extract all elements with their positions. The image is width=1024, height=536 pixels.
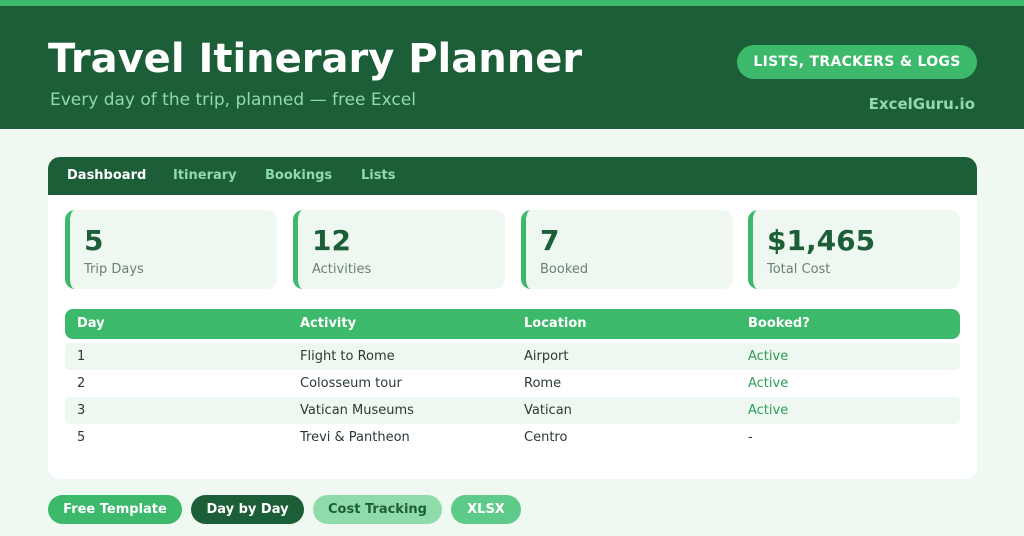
category-pill[interactable]: LISTS, TRACKERS & LOGS: [737, 45, 977, 79]
itinerary-table: Day Activity Location Booked? 1 Flight t…: [65, 309, 960, 451]
tab-lists[interactable]: Lists: [361, 157, 395, 195]
cell-booked-status: Active: [748, 349, 789, 364]
cell-day: 2: [77, 376, 86, 391]
stat-card-activities: 12 Activities: [293, 210, 505, 289]
stat-value: 5: [84, 224, 104, 257]
column-header-activity[interactable]: Activity: [300, 309, 356, 339]
table-row[interactable]: 3 Vatican Museums Vatican Active: [65, 397, 960, 424]
stat-label: Activities: [312, 262, 372, 277]
column-header-location[interactable]: Location: [524, 309, 587, 339]
chip-cost-tracking[interactable]: Cost Tracking: [313, 495, 442, 524]
page-title: Travel Itinerary Planner: [48, 36, 583, 82]
stat-card-total-cost: $1,465 Total Cost: [748, 210, 960, 289]
cell-day: 3: [77, 403, 86, 418]
cell-activity: Vatican Museums: [300, 403, 414, 418]
cell-booked-status: -: [748, 430, 753, 445]
column-header-day[interactable]: Day: [77, 309, 105, 339]
chip-day-by-day[interactable]: Day by Day: [191, 495, 304, 524]
table-row[interactable]: 2 Colosseum tour Rome Active: [65, 370, 960, 397]
column-header-booked[interactable]: Booked?: [748, 309, 810, 339]
table-row[interactable]: 1 Flight to Rome Airport Active: [65, 343, 960, 370]
stat-label: Booked: [540, 262, 589, 277]
stat-card-booked: 7 Booked: [521, 210, 733, 289]
cell-activity: Trevi & Pantheon: [300, 430, 410, 445]
tab-bar: Dashboard Itinerary Bookings Lists: [48, 157, 977, 195]
cell-location: Airport: [524, 349, 569, 364]
cell-activity: Flight to Rome: [300, 349, 395, 364]
stat-value: 12: [312, 224, 351, 257]
chip-xlsx[interactable]: XLSX: [451, 495, 521, 524]
cell-location: Centro: [524, 430, 568, 445]
stat-label: Total Cost: [767, 262, 831, 277]
tab-itinerary[interactable]: Itinerary: [173, 157, 237, 195]
table-row[interactable]: 5 Trevi & Pantheon Centro -: [65, 424, 960, 451]
cell-activity: Colosseum tour: [300, 376, 402, 391]
cell-booked-status: Active: [748, 376, 789, 391]
dashboard-card: Dashboard Itinerary Bookings Lists 5 Tri…: [48, 157, 977, 479]
cell-booked-status: Active: [748, 403, 789, 418]
page-subtitle: Every day of the trip, planned — free Ex…: [50, 90, 416, 110]
stat-card-trip-days: 5 Trip Days: [65, 210, 277, 289]
brand-name: ExcelGuru.io: [868, 95, 975, 113]
stat-value: 7: [540, 224, 560, 257]
header-banner: Travel Itinerary Planner Every day of th…: [0, 6, 1024, 129]
cell-location: Vatican: [524, 403, 572, 418]
chip-free-template[interactable]: Free Template: [48, 495, 182, 524]
cell-location: Rome: [524, 376, 562, 391]
stat-label: Trip Days: [84, 262, 144, 277]
tab-dashboard[interactable]: Dashboard: [67, 157, 146, 195]
tab-bookings[interactable]: Bookings: [265, 157, 332, 195]
cell-day: 1: [77, 349, 86, 364]
table-header: Day Activity Location Booked?: [65, 309, 960, 339]
cell-day: 5: [77, 430, 86, 445]
stat-value: $1,465: [767, 224, 876, 257]
